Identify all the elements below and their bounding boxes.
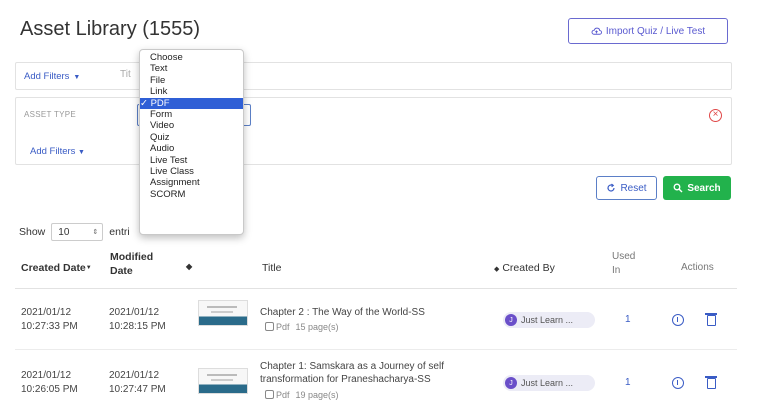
page-title: Asset Library (1555) bbox=[20, 18, 201, 40]
row2-created: 2021/01/12 10:26:05 PM bbox=[21, 369, 78, 397]
avatar: J bbox=[505, 377, 517, 389]
title-search-input[interactable]: Tit bbox=[120, 69, 131, 80]
row2-type: Pdf bbox=[265, 390, 290, 400]
th-used-line2: In bbox=[612, 265, 621, 276]
row1-modified: 2021/01/12 10:28:15 PM bbox=[109, 306, 166, 334]
updown-icon: ⇕ bbox=[92, 229, 99, 236]
row1-type: Pdf bbox=[265, 322, 290, 332]
dropdown-option[interactable]: File bbox=[140, 75, 243, 86]
th-created-by-label: Created By bbox=[502, 262, 555, 274]
row1-created-date: 2021/01/12 bbox=[21, 307, 72, 318]
row2-created-time: 10:26:05 PM bbox=[21, 384, 78, 395]
row2-used-in[interactable]: 1 bbox=[625, 377, 631, 388]
add-filters-dropdown-secondary[interactable]: Add Filters ▼ bbox=[30, 146, 85, 157]
show-entries: Show 10 ⇕ entri bbox=[19, 223, 130, 241]
th-modified-line2: Date bbox=[110, 265, 133, 277]
row2-creator-name: Just Learn ... bbox=[521, 378, 574, 388]
filter-panel: ASSET TYPE × Add Filters ▼ bbox=[15, 97, 732, 165]
row1-pages: 15 page(s) bbox=[295, 322, 339, 332]
add-filters-dropdown[interactable]: Add Filters ▼ bbox=[24, 71, 80, 82]
dropdown-option[interactable]: ✓ PDF bbox=[140, 97, 243, 109]
th-created-by[interactable]: ◆ Created By bbox=[494, 262, 555, 274]
filter-bar: Add Filters ▼ Tit bbox=[15, 62, 732, 90]
row2-type-label: Pdf bbox=[276, 390, 290, 400]
search-icon bbox=[673, 183, 683, 193]
entries-suffix: entri bbox=[109, 226, 130, 238]
th-modified-date[interactable]: Modified Date bbox=[110, 250, 153, 278]
row1-title[interactable]: Chapter 2 : The Way of the World-SS bbox=[260, 306, 425, 319]
entries-select[interactable]: 10 ⇕ bbox=[51, 223, 104, 241]
row2-meta: Pdf 19 page(s) bbox=[265, 390, 339, 400]
delete-icon[interactable] bbox=[705, 313, 717, 326]
row1-thumbnail[interactable] bbox=[198, 300, 248, 326]
search-button[interactable]: Search bbox=[663, 176, 731, 200]
dropdown-option[interactable]: Form bbox=[140, 109, 243, 120]
dropdown-option[interactable]: SCORM bbox=[140, 189, 243, 200]
add-filters-label-secondary: Add Filters bbox=[30, 146, 76, 157]
caret-down-icon: ▼ bbox=[73, 74, 81, 81]
reset-button[interactable]: Reset bbox=[596, 176, 657, 200]
import-quiz-label: Import Quiz / Live Test bbox=[605, 25, 706, 37]
avatar: J bbox=[505, 314, 517, 326]
th-used-in[interactable]: Used In bbox=[612, 250, 635, 278]
caret-down-icon: ▼ bbox=[78, 149, 85, 156]
row2-pages: 19 page(s) bbox=[295, 390, 339, 400]
dropdown-option[interactable]: Live Class bbox=[140, 166, 243, 177]
row1-used-in[interactable]: 1 bbox=[625, 314, 631, 325]
search-label: Search bbox=[687, 182, 721, 194]
dropdown-option[interactable]: Assignment bbox=[140, 177, 243, 188]
th-modified-line1: Modified bbox=[110, 251, 154, 263]
dropdown-option[interactable]: Audio bbox=[140, 143, 243, 154]
row2-thumbnail[interactable] bbox=[198, 368, 248, 394]
info-icon[interactable] bbox=[672, 314, 684, 326]
dropdown-option[interactable]: Live Test bbox=[140, 155, 243, 166]
dropdown-option[interactable]: Video bbox=[140, 120, 243, 131]
reset-label: Reset bbox=[620, 182, 647, 194]
row2-title-line1: Chapter 1: Samskara as a Journey of self bbox=[260, 361, 444, 372]
entries-value: 10 bbox=[58, 226, 70, 238]
dropdown-option[interactable]: Quiz bbox=[140, 132, 243, 143]
delete-icon[interactable] bbox=[705, 376, 717, 389]
row2-modified-time: 10:27:47 PM bbox=[109, 384, 166, 395]
row-divider bbox=[15, 349, 737, 350]
info-icon[interactable] bbox=[672, 377, 684, 389]
dropdown-option[interactable]: Text bbox=[140, 63, 243, 74]
row1-created: 2021/01/12 10:27:33 PM bbox=[21, 306, 78, 334]
row1-creator-name: Just Learn ... bbox=[521, 315, 574, 325]
row1-type-label: Pdf bbox=[276, 322, 290, 332]
row2-created-date: 2021/01/12 bbox=[21, 370, 72, 381]
add-filters-label: Add Filters bbox=[24, 71, 70, 82]
th-title[interactable]: Title bbox=[262, 262, 281, 274]
show-label: Show bbox=[19, 226, 46, 238]
asset-type-dropdown-menu: Choose Text File Link ✓ PDF Form Video Quiz Audi… bbox=[139, 49, 244, 235]
row2-modified: 2021/01/12 10:27:47 PM bbox=[109, 369, 166, 397]
sort-icon[interactable]: ◆ bbox=[186, 262, 192, 271]
import-quiz-button[interactable]: Import Quiz / Live Test bbox=[568, 18, 728, 44]
sort-icon: ◆ bbox=[494, 266, 500, 273]
asset-type-label: ASSET TYPE bbox=[24, 110, 77, 119]
row2-modified-date: 2021/01/12 bbox=[109, 370, 160, 381]
cloud-upload-icon bbox=[591, 27, 602, 35]
row2-title[interactable]: Chapter 1: Samskara as a Journey of self… bbox=[260, 360, 444, 386]
sort-down-icon: ▼ bbox=[85, 265, 92, 272]
row1-modified-date: 2021/01/12 bbox=[109, 307, 160, 318]
pdf-icon bbox=[265, 390, 274, 399]
th-actions: Actions bbox=[681, 262, 714, 273]
row2-title-line2: transformation for Praneshacharya-SS bbox=[260, 374, 431, 385]
row2-creator[interactable]: J Just Learn ... bbox=[503, 375, 595, 391]
pdf-icon bbox=[265, 322, 274, 331]
header-divider bbox=[15, 288, 737, 289]
dropdown-option[interactable]: Link bbox=[140, 86, 243, 97]
th-used-line1: Used bbox=[612, 251, 636, 262]
th-created-date-label: Created Date bbox=[21, 262, 86, 274]
row1-creator[interactable]: J Just Learn ... bbox=[503, 312, 595, 328]
th-created-date[interactable]: Created Date▼ bbox=[21, 262, 92, 274]
row1-modified-time: 10:28:15 PM bbox=[109, 321, 166, 332]
dropdown-option[interactable]: Choose bbox=[140, 52, 243, 63]
remove-filter-icon[interactable]: × bbox=[709, 109, 722, 122]
refresh-icon bbox=[607, 183, 616, 192]
row1-meta: Pdf 15 page(s) bbox=[265, 322, 339, 332]
row1-created-time: 10:27:33 PM bbox=[21, 321, 78, 332]
